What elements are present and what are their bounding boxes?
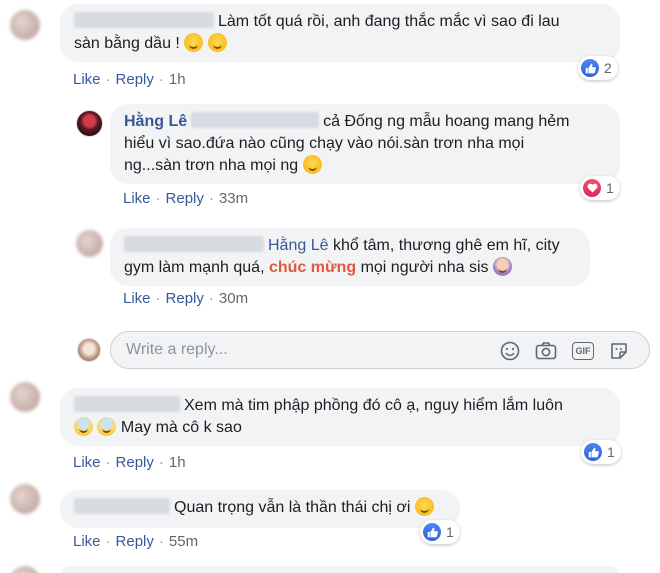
reply-placeholder: Write a reply... xyxy=(126,341,228,358)
mention-link[interactable]: Hằng Lê xyxy=(268,237,329,254)
like-button[interactable]: Like xyxy=(73,454,101,471)
comment-bubble: Xem mà tim phập phồng đó cô ạ, nguy hiểm… xyxy=(60,388,620,446)
current-user-avatar xyxy=(77,338,101,362)
comment-text: sàn bằng dầu ! xyxy=(74,35,180,52)
like-reaction-icon xyxy=(423,523,441,541)
comment-bubble: Hằng Lê cả Đống ng mẫu hoang mang hẻm hiể… xyxy=(110,104,620,184)
comment-bubble: Hằng Lê khổ tâm, thương ghê em hĩ, city … xyxy=(110,228,590,286)
like-button[interactable]: Like xyxy=(123,190,151,207)
redacted-author-name[interactable] xyxy=(74,498,170,514)
comment-actions: Like · Reply · 30m xyxy=(123,290,249,307)
avatar[interactable] xyxy=(76,110,103,137)
comment-text: hiểu vì sao.đứa nào cũng chạy vào nói.sà… xyxy=(124,135,525,152)
comment-bubble: Quan trọng vẫn là thần thái chị ơi xyxy=(60,490,460,528)
timestamp[interactable]: 33m xyxy=(219,190,248,207)
comment-actions: Like · Reply · 55m xyxy=(73,533,199,550)
comment-text: May mà cô k sao xyxy=(120,419,242,436)
gif-icon[interactable]: GIF xyxy=(572,342,594,360)
avatar[interactable] xyxy=(10,10,40,40)
reply-input[interactable]: Write a reply... GIF xyxy=(110,331,650,369)
like-button[interactable]: Like xyxy=(73,533,101,550)
comment-text: Quan trọng vẫn là thần thái chị ơi xyxy=(174,499,411,516)
person-emoji-icon xyxy=(492,257,512,276)
like-reaction-icon xyxy=(581,59,599,77)
comment-text: cả Đống ng mẫu hoang mang hẻm xyxy=(323,113,570,130)
comment-text: Làm tốt quá rồi, anh đang thắc mắc vì sa… xyxy=(218,13,560,30)
loudly-crying-emoji-icon xyxy=(97,417,117,436)
reply-button[interactable]: Reply xyxy=(116,454,154,471)
grinning-sweat-emoji-icon xyxy=(302,155,322,174)
relieved-face-emoji-icon xyxy=(207,33,227,52)
reply-button[interactable]: Reply xyxy=(166,290,204,307)
like-button[interactable]: Like xyxy=(123,290,151,307)
comment-actions: Like · Reply · 33m xyxy=(123,190,249,207)
redacted-author-name[interactable] xyxy=(74,396,180,412)
comment-text: khổ tâm, thương ghê em hĩ, city xyxy=(332,237,560,254)
smiling-face-emoji-icon xyxy=(184,33,204,52)
redacted-author-name[interactable] xyxy=(74,12,214,28)
comment-bubble: Làm tốt quá rồi, anh đang thắc mắc vì sa… xyxy=(60,4,620,62)
timestamp[interactable]: 1h xyxy=(169,71,186,88)
sticker-icon[interactable] xyxy=(608,340,630,362)
comment-text: Xem mà tim phập phồng đó cô ạ, nguy hiểm… xyxy=(184,397,563,414)
like-reaction-icon xyxy=(584,443,602,461)
comment-text: gym làm mạnh quá, xyxy=(124,259,265,276)
comment-actions: Like · Reply · 1h xyxy=(73,71,186,88)
reaction-count[interactable]: 1 xyxy=(581,440,621,464)
reply-button[interactable]: Reply xyxy=(116,71,154,88)
comment-text: ng...sàn trơn nha mọi ng xyxy=(124,157,299,174)
love-reaction-icon xyxy=(583,179,601,197)
avatar[interactable] xyxy=(76,230,103,257)
camera-icon[interactable] xyxy=(535,340,557,362)
timestamp[interactable]: 30m xyxy=(219,290,248,307)
comment-bubble xyxy=(60,566,620,573)
emoji-icon[interactable] xyxy=(499,340,521,362)
redacted-author-name[interactable] xyxy=(124,236,264,252)
heart-eyes-emoji-icon xyxy=(414,497,434,516)
comment-text: mọi người nha sis xyxy=(360,259,489,276)
avatar[interactable] xyxy=(10,566,40,573)
reply-button[interactable]: Reply xyxy=(166,190,204,207)
timestamp[interactable]: 1h xyxy=(169,454,186,471)
comment-actions: Like · Reply · 1h xyxy=(73,454,186,471)
reply-button[interactable]: Reply xyxy=(116,533,154,550)
highlighted-phrase: chúc mừng xyxy=(268,259,357,276)
author-name[interactable]: Hằng Lê xyxy=(124,113,187,130)
loudly-crying-emoji-icon xyxy=(74,417,93,436)
reaction-count[interactable]: 1 xyxy=(580,176,620,200)
timestamp[interactable]: 55m xyxy=(169,533,198,550)
reaction-count[interactable]: 2 xyxy=(578,56,618,80)
like-button[interactable]: Like xyxy=(73,71,101,88)
avatar[interactable] xyxy=(10,484,40,514)
redacted-name xyxy=(191,112,320,128)
avatar[interactable] xyxy=(10,382,40,412)
reaction-count[interactable]: 1 xyxy=(420,520,460,544)
